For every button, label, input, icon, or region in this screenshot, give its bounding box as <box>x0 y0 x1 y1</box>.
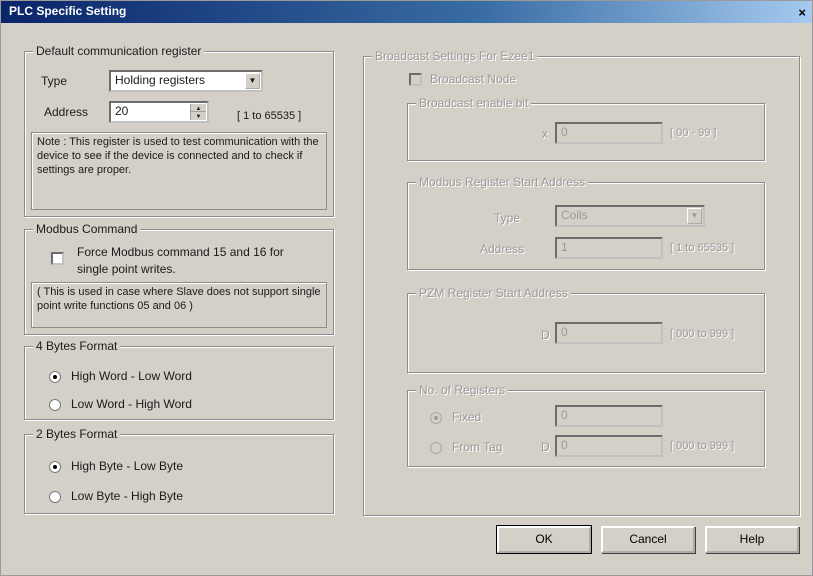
chevron-down-icon[interactable]: ▼ <box>245 73 260 89</box>
from-tag-label[interactable]: From Tag <box>452 440 502 454</box>
pzm-register-start-group: PZM Register Start Address D 0 [ 000 to … <box>407 286 765 373</box>
tag-range: [ 000 to 999 ] <box>670 440 735 452</box>
modbus-command-legend: Modbus Command <box>33 222 141 236</box>
tag-value: 0 <box>561 438 568 452</box>
from-tag-radio[interactable] <box>430 442 442 454</box>
pzm-register-start-legend: PZM Register Start Address <box>416 286 571 300</box>
title-bar: PLC Specific Setting × <box>1 1 812 23</box>
modbus-register-start-group: Modbus Register Start Address Type Coils… <box>407 175 765 270</box>
fixed-value: 0 <box>561 408 568 422</box>
modbus-address-input[interactable]: 1 <box>555 237 663 259</box>
low-word-high-word-label[interactable]: Low Word - High Word <box>71 397 192 411</box>
four-bytes-format-group: 4 Bytes Format High Word - Low Word Low … <box>24 339 334 420</box>
default-communication-legend: Default communication register <box>33 44 205 58</box>
low-byte-high-byte-label[interactable]: Low Byte - High Byte <box>71 489 183 503</box>
cancel-button[interactable]: Cancel <box>601 526 695 553</box>
type-label: Type <box>41 74 68 88</box>
low-byte-high-byte-radio[interactable] <box>49 491 61 503</box>
low-word-high-word-radio[interactable] <box>49 399 61 411</box>
enable-bit-range: [ 00 - 99 ] <box>670 127 717 139</box>
broadcast-node-label[interactable]: Broadcast Node <box>430 72 516 86</box>
broadcast-settings-group: Broadcast Settings For Ezee1 Broadcast N… <box>363 49 800 516</box>
force-modbus-label[interactable]: Force Modbus command 15 and 16 for singl… <box>77 244 317 278</box>
modbus-address-range: [ 1 to 65535 ] <box>670 242 735 254</box>
spin-arrows-icon[interactable]: ▲ ▼ <box>190 104 206 120</box>
broadcast-enable-bit-group: Broadcast enable bit x 0 [ 00 - 99 ] <box>407 96 765 161</box>
address-spinbox[interactable]: 20 ▲ ▼ <box>109 101 209 123</box>
modbus-type-select[interactable]: Coils ▼ <box>555 205 705 227</box>
pzm-value: 0 <box>561 325 568 339</box>
modbus-address-value: 1 <box>561 240 568 254</box>
pzm-input[interactable]: 0 <box>555 322 663 344</box>
broadcast-node-checkbox[interactable] <box>409 73 422 86</box>
fixed-radio[interactable] <box>430 412 442 424</box>
modbus-command-group: Modbus Command Force Modbus command 15 a… <box>24 222 334 335</box>
help-button[interactable]: Help <box>705 526 799 553</box>
no-of-registers-legend: No. of Registers <box>416 383 509 397</box>
ok-button[interactable]: OK <box>496 525 592 554</box>
high-byte-low-byte-radio[interactable] <box>49 461 61 473</box>
type-select[interactable]: Holding registers ▼ <box>109 70 263 92</box>
type-select-value: Holding registers <box>115 73 206 87</box>
address-value: 20 <box>115 104 129 118</box>
two-bytes-legend: 2 Bytes Format <box>33 427 121 441</box>
two-bytes-format-group: 2 Bytes Format High Byte - Low Byte Low … <box>24 427 334 514</box>
modbus-type-label: Type <box>494 211 521 225</box>
address-range: [ 1 to 65535 ] <box>237 110 302 122</box>
tag-input[interactable]: 0 <box>555 435 663 457</box>
close-icon[interactable]: × <box>798 5 806 20</box>
chevron-down-icon[interactable]: ▼ <box>687 208 702 224</box>
four-bytes-legend: 4 Bytes Format <box>33 339 121 353</box>
window-title: PLC Specific Setting <box>9 4 127 18</box>
tag-prefix: D <box>541 440 550 454</box>
default-communication-group: Default communication register Type Hold… <box>24 44 334 217</box>
fixed-input[interactable]: 0 <box>555 405 663 427</box>
broadcast-enable-bit-legend: Broadcast enable bit <box>416 96 532 110</box>
no-of-registers-group: No. of Registers Fixed 0 From Tag D 0 [ … <box>407 383 765 467</box>
high-byte-low-byte-label[interactable]: High Byte - Low Byte <box>71 459 183 473</box>
modbus-command-note: ( This is used in case where Slave does … <box>31 282 327 328</box>
broadcast-settings-legend: Broadcast Settings For Ezee1 <box>372 49 538 63</box>
modbus-type-value: Coils <box>561 208 588 222</box>
modbus-address-label: Address <box>480 242 525 256</box>
default-communication-note: Note : This register is used to test com… <box>31 132 327 210</box>
enable-bit-prefix: x <box>542 127 548 141</box>
high-word-low-word-label[interactable]: High Word - Low Word <box>71 369 192 383</box>
pzm-range: [ 000 to 999 ] <box>670 328 735 340</box>
dialog-window: PLC Specific Setting × Default communica… <box>0 0 813 576</box>
enable-bit-input[interactable]: 0 <box>555 122 663 144</box>
force-modbus-checkbox[interactable] <box>51 252 64 265</box>
fixed-label[interactable]: Fixed <box>452 410 481 424</box>
high-word-low-word-radio[interactable] <box>49 371 61 383</box>
enable-bit-value: 0 <box>561 125 568 139</box>
pzm-prefix: D <box>541 328 550 342</box>
address-label: Address <box>44 105 89 119</box>
modbus-register-start-legend: Modbus Register Start Address <box>416 175 589 189</box>
